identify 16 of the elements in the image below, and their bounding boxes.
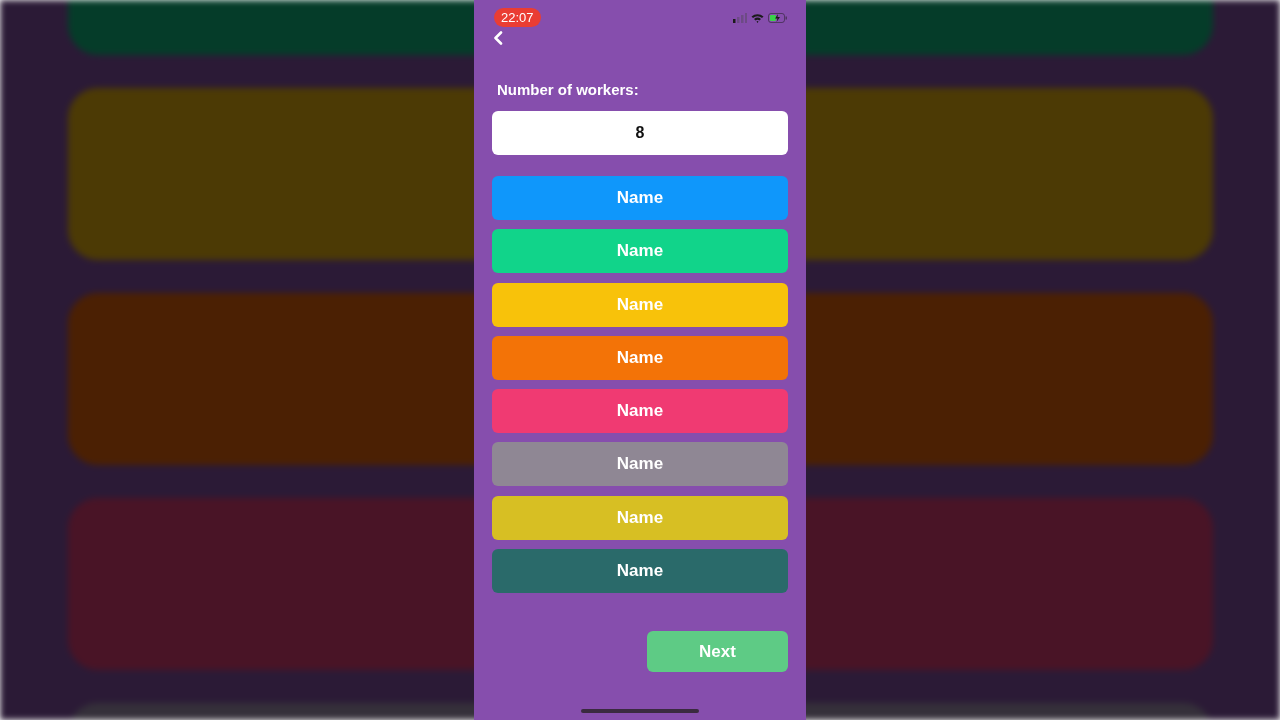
name-button[interactable]: Name bbox=[492, 442, 788, 487]
name-button[interactable]: Name bbox=[492, 282, 788, 327]
signal-icon bbox=[733, 12, 747, 23]
name-button[interactable]: Name bbox=[492, 389, 788, 434]
name-button[interactable]: Name bbox=[492, 176, 788, 220]
wifi-icon bbox=[751, 12, 764, 23]
back-icon[interactable] bbox=[493, 31, 503, 45]
battery-icon bbox=[768, 12, 788, 23]
name-button[interactable]: Name bbox=[492, 335, 788, 380]
next-button[interactable]: Next bbox=[647, 631, 788, 673]
field-label: Number of workers: bbox=[497, 81, 640, 99]
input-field[interactable]: 8 bbox=[492, 111, 788, 155]
status-time: 22:07 bbox=[494, 8, 541, 27]
name-button[interactable]: Name bbox=[492, 495, 788, 540]
name-button[interactable]: Name bbox=[492, 229, 788, 274]
name-button[interactable]: Name bbox=[492, 549, 788, 594]
